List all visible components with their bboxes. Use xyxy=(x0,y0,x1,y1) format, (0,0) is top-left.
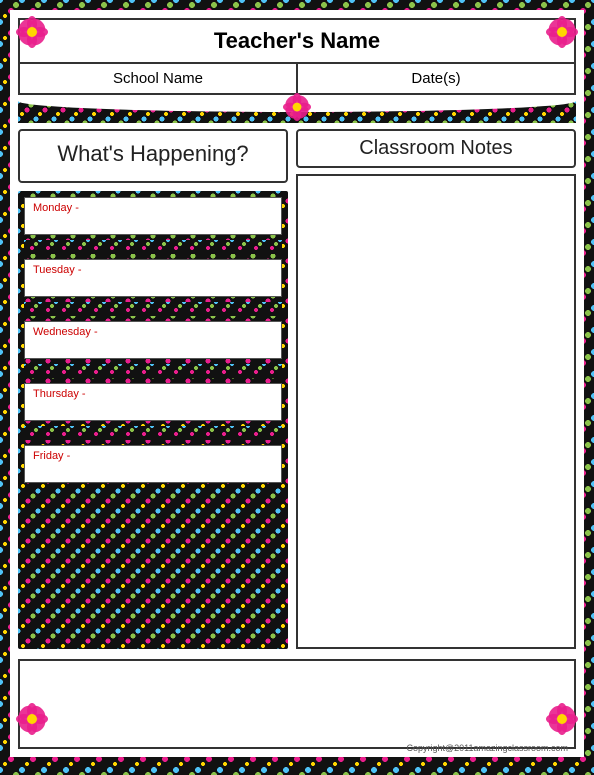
flower-bottom-left xyxy=(16,703,48,735)
scallop-strip xyxy=(18,101,576,123)
content-area: Teacher's Name School Name Date(s) xyxy=(10,10,584,757)
flower-top-left xyxy=(16,16,48,48)
bottom-notes[interactable] xyxy=(18,659,576,749)
flower-center-strip xyxy=(283,93,311,121)
flower-bottom-right xyxy=(546,703,578,735)
tuesday-label: Tuesday - xyxy=(33,264,82,276)
monday-label: Monday - xyxy=(33,202,79,214)
day-strip-4 xyxy=(24,426,282,440)
classroom-notes-title: Classroom Notes xyxy=(296,129,576,168)
classroom-notes-content[interactable] xyxy=(296,174,576,649)
right-column: Classroom Notes xyxy=(296,129,576,649)
friday-label: Friday - xyxy=(33,450,70,462)
friday-box[interactable]: Friday - xyxy=(24,445,282,483)
left-column: What's Happening? Monday - Tuesday - Wed… xyxy=(18,129,288,649)
monday-box[interactable]: Monday - xyxy=(24,197,282,235)
wednesday-box[interactable]: Wednesday - xyxy=(24,321,282,359)
teacher-name[interactable]: Teacher's Name xyxy=(20,20,574,64)
flower-top-right xyxy=(546,16,578,48)
tuesday-box[interactable]: Tuesday - xyxy=(24,259,282,297)
whats-happening-box: What's Happening? xyxy=(18,129,288,183)
date-field[interactable]: Date(s) xyxy=(298,64,574,93)
school-date-row: School Name Date(s) xyxy=(20,64,574,93)
school-name[interactable]: School Name xyxy=(20,64,298,93)
wednesday-label: Wednesday - xyxy=(33,326,98,338)
copyright: Copyright@2011amazingclassroom.com xyxy=(406,743,568,753)
day-strip-1 xyxy=(24,240,282,254)
day-strip-2 xyxy=(24,302,282,316)
thursday-label: Thursday - xyxy=(33,388,86,400)
page-background: Teacher's Name School Name Date(s) xyxy=(0,0,594,775)
whats-happening-title: What's Happening? xyxy=(34,141,272,167)
day-strip-3 xyxy=(24,364,282,378)
thursday-box[interactable]: Thursday - xyxy=(24,383,282,421)
main-body: What's Happening? Monday - Tuesday - Wed… xyxy=(18,129,576,649)
header-section: Teacher's Name School Name Date(s) xyxy=(18,18,576,95)
days-container: Monday - Tuesday - Wednesday - Thursday … xyxy=(18,191,288,649)
